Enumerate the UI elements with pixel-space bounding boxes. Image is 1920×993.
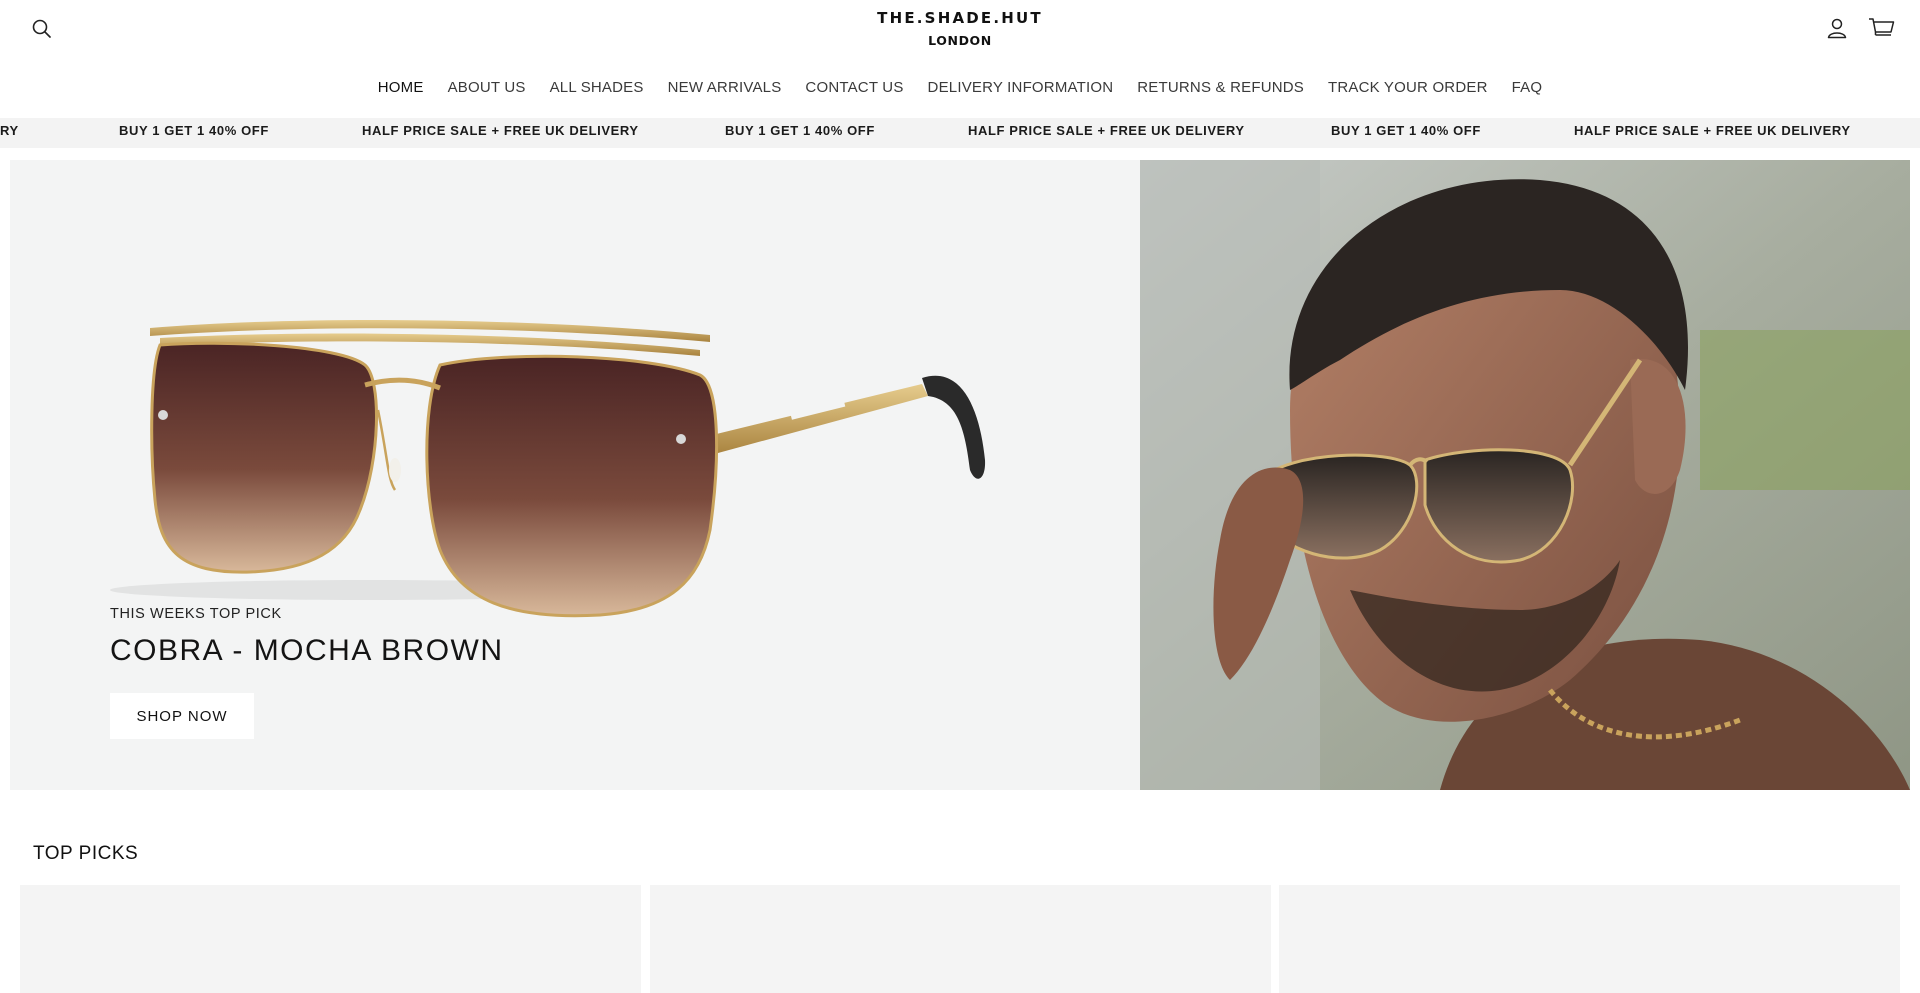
site-header: THE.SHADE.HUT LONDON HOME ABOUT US ALL S… bbox=[0, 0, 1920, 110]
product-card[interactable] bbox=[20, 885, 641, 993]
cart-icon bbox=[1869, 18, 1895, 36]
hero-subtitle: THIS WEEKS TOP PICK bbox=[110, 606, 282, 622]
announcement-item: BUY 1 GET 1 40% OFF bbox=[725, 123, 875, 138]
announcement-item: RY bbox=[0, 123, 19, 138]
nav-item-all-shades[interactable]: ALL SHADES bbox=[538, 76, 656, 100]
announcement-item: BUY 1 GET 1 40% OFF bbox=[119, 123, 269, 138]
nav-item-returns-refunds[interactable]: RETURNS & REFUNDS bbox=[1125, 76, 1316, 100]
product-card[interactable] bbox=[1279, 885, 1900, 993]
announcement-item: HALF PRICE SALE + FREE UK DELIVERY bbox=[362, 123, 639, 138]
hero-lifestyle-image bbox=[1140, 160, 1910, 790]
shop-now-button[interactable]: SHOP NOW bbox=[110, 693, 254, 739]
top-picks-heading: TOP PICKS bbox=[33, 843, 139, 864]
logo-main-text: THE.SHADE.HUT bbox=[877, 9, 1043, 27]
announcement-bar: RY BUY 1 GET 1 40% OFF HALF PRICE SALE +… bbox=[0, 118, 1920, 148]
nav-item-home[interactable]: HOME bbox=[366, 76, 436, 100]
nav-item-delivery-information[interactable]: DELIVERY INFORMATION bbox=[916, 76, 1126, 100]
account-button[interactable] bbox=[1825, 16, 1849, 40]
announcement-item: BUY 1 GET 1 40% OFF bbox=[1331, 123, 1481, 138]
nav-item-track-your-order[interactable]: TRACK YOUR ORDER bbox=[1316, 76, 1500, 100]
announcement-item: HALF PRICE SALE + FREE UK DELIVERY bbox=[1574, 123, 1851, 138]
product-card[interactable] bbox=[650, 885, 1271, 993]
hero-title: COBRA - MOCHA BROWN bbox=[110, 634, 504, 667]
announcement-item: HALF PRICE SALE + FREE UK DELIVERY bbox=[968, 123, 1245, 138]
main-nav: HOME ABOUT US ALL SHADES NEW ARRIVALS CO… bbox=[0, 76, 1920, 100]
account-icon bbox=[1827, 18, 1847, 39]
site-logo[interactable]: THE.SHADE.HUT LONDON bbox=[0, 8, 1920, 51]
nav-item-new-arrivals[interactable]: NEW ARRIVALS bbox=[656, 76, 794, 100]
cart-button[interactable] bbox=[1868, 16, 1896, 40]
nav-item-faq[interactable]: FAQ bbox=[1500, 76, 1555, 100]
model-wearing-sunglasses-image bbox=[1140, 160, 1910, 790]
hero-banner: THIS WEEKS TOP PICK COBRA - MOCHA BROWN … bbox=[10, 160, 1140, 790]
nav-item-contact-us[interactable]: CONTACT US bbox=[793, 76, 915, 100]
nav-item-about-us[interactable]: ABOUT US bbox=[436, 76, 538, 100]
logo-sub-text: LONDON bbox=[928, 33, 992, 48]
